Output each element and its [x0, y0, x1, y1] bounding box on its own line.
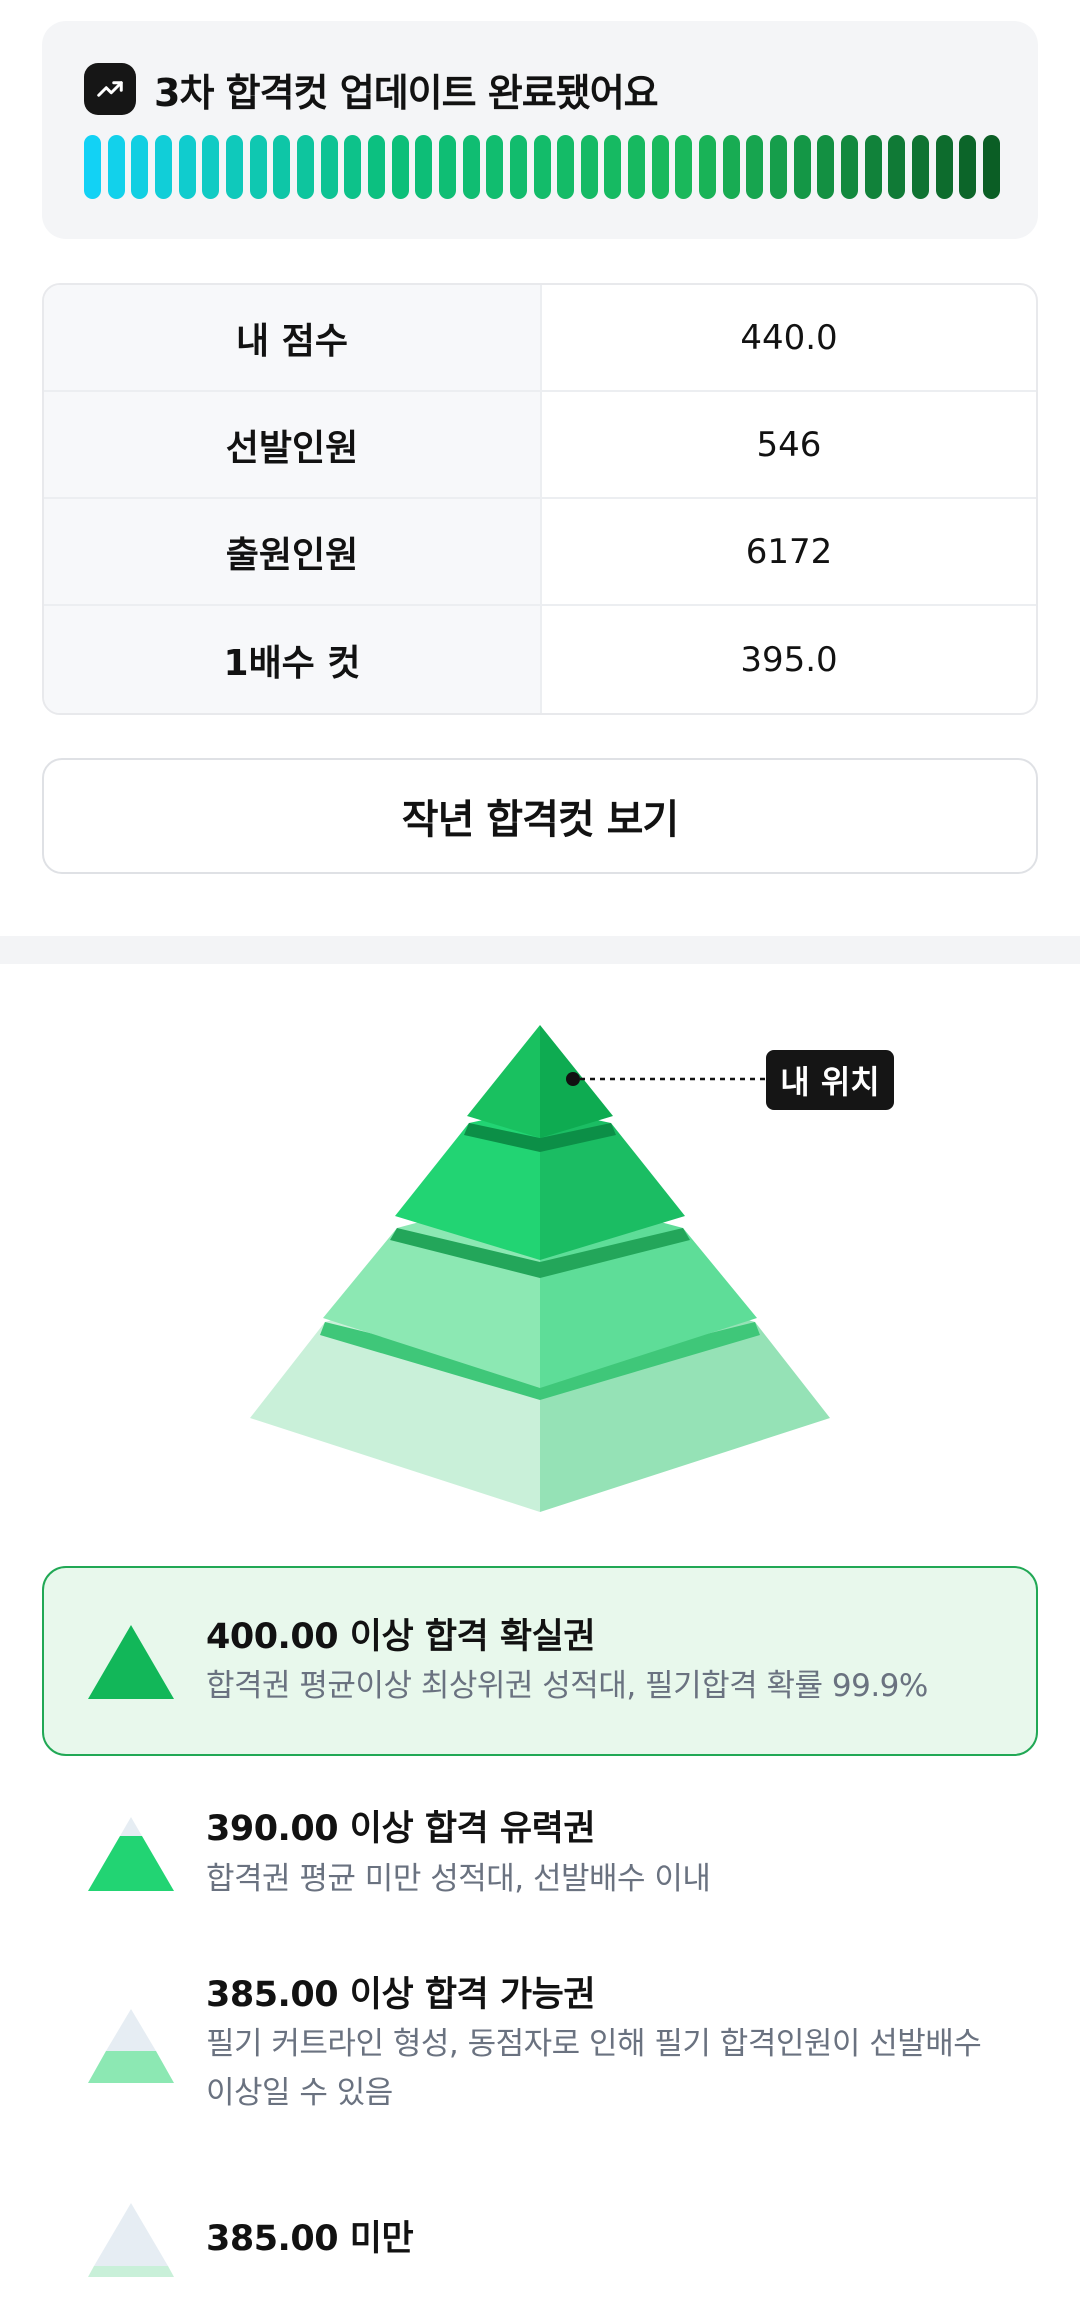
tier-2-desc: 합격권 평균 미만 성적대, 선발배수 이내 — [206, 1861, 711, 1897]
tier-1-title: 400.00 이상 합격 확실권 — [206, 1617, 596, 1657]
progress-segment — [344, 135, 362, 199]
score-table: 내 점수 440.0 선발인원 546 출원인원 6172 1배수 컷 395.… — [42, 283, 1038, 715]
update-progress-bar — [84, 135, 1000, 199]
last-year-cutline-button[interactable]: 작년 합격컷 보기 — [42, 758, 1038, 874]
score-value: 395.0 — [740, 639, 838, 680]
pyramid-tier-1-left — [467, 1025, 540, 1138]
progress-segment — [438, 135, 456, 199]
progress-segment — [154, 135, 172, 199]
progress-segment — [131, 135, 149, 199]
progress-segment — [628, 135, 646, 199]
progress-segment — [391, 135, 409, 199]
update-title-row: 3차 합격컷 업데이트 완료됐어요 — [84, 63, 659, 115]
tier-2-title: 390.00 이상 합격 유력권 — [206, 1809, 596, 1849]
score-row-selected-count: 선발인원 546 — [44, 392, 1036, 499]
progress-segment — [462, 135, 480, 199]
tier-1-desc: 합격권 평균이상 최상위권 성적대, 필기합격 확률 99.9% — [206, 1668, 928, 1704]
progress-segment — [178, 135, 196, 199]
trending-up-icon — [84, 63, 136, 115]
progress-segment — [699, 135, 717, 199]
score-value: 546 — [756, 424, 822, 465]
progress-segment — [817, 135, 835, 199]
progress-segment — [604, 135, 622, 199]
tier-4-triangle-icon — [88, 2203, 174, 2277]
progress-segment — [793, 135, 811, 199]
score-label: 내 점수 — [44, 285, 542, 390]
progress-segment — [770, 135, 788, 199]
tier-item-highlighted — [42, 1566, 1038, 1756]
progress-segment — [107, 135, 125, 199]
tier-3-title: 385.00 이상 합격 가능권 — [206, 1975, 596, 2015]
progress-segment — [888, 135, 906, 199]
progress-segment — [273, 135, 291, 199]
progress-segment — [296, 135, 314, 199]
update-banner — [42, 21, 1038, 239]
progress-segment — [509, 135, 527, 199]
progress-segment — [225, 135, 243, 199]
tier-3-desc: 필기 커트라인 형성, 동점자로 인해 필기 합격인원이 선발배수 이상일 수 … — [206, 2026, 982, 2111]
progress-segment — [557, 135, 575, 199]
progress-segment — [580, 135, 598, 199]
tier-3-triangle-icon — [88, 2009, 174, 2083]
progress-segment — [864, 135, 882, 199]
score-label: 선발인원 — [44, 392, 542, 497]
score-label: 1배수 컷 — [44, 606, 542, 713]
section-divider — [0, 936, 1080, 964]
progress-segment — [959, 135, 977, 199]
score-value: 6172 — [745, 531, 833, 572]
progress-segment — [367, 135, 385, 199]
progress-segment — [320, 135, 338, 199]
progress-segment — [722, 135, 740, 199]
progress-segment — [841, 135, 859, 199]
my-position-dot — [566, 1072, 580, 1086]
progress-segment — [675, 135, 693, 199]
score-value: 440.0 — [740, 317, 838, 358]
progress-segment — [415, 135, 433, 199]
tier-1-triangle-icon — [88, 1625, 174, 1699]
tier-2-triangle-icon — [88, 1817, 174, 1891]
rank-pyramid — [250, 1025, 830, 1512]
score-row-applicant-count: 출원인원 6172 — [44, 499, 1036, 606]
progress-segment — [249, 135, 267, 199]
score-row-cutline: 1배수 컷 395.0 — [44, 606, 1036, 713]
progress-segment — [651, 135, 669, 199]
progress-segment — [533, 135, 551, 199]
score-label: 출원인원 — [44, 499, 542, 604]
tier-4-title: 385.00 미만 — [206, 2219, 414, 2259]
my-position-tag: 내 위치 — [766, 1050, 894, 1110]
progress-segment — [486, 135, 504, 199]
score-row-my-score: 내 점수 440.0 — [44, 285, 1036, 392]
progress-segment — [84, 135, 101, 199]
update-title: 3차 합격컷 업데이트 완료됐어요 — [154, 70, 659, 115]
progress-segment — [746, 135, 764, 199]
progress-segment — [202, 135, 220, 199]
progress-segment — [983, 135, 1000, 199]
progress-segment — [912, 135, 930, 199]
progress-segment — [935, 135, 953, 199]
